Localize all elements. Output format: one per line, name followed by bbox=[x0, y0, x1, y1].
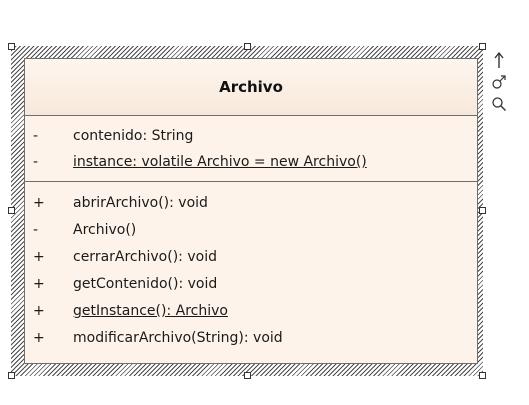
resize-handle-top-center[interactable] bbox=[244, 43, 251, 50]
operation-row[interactable]: + abrirArchivo(): void bbox=[25, 190, 477, 216]
operation-row[interactable]: + getInstance(): Archivo bbox=[25, 298, 477, 324]
diagram-canvas[interactable]: Archivo - contenido: String - instance: … bbox=[0, 0, 529, 405]
uml-class-archivo[interactable]: Archivo - contenido: String - instance: … bbox=[24, 58, 478, 364]
operation-row[interactable]: - Archivo() bbox=[25, 217, 477, 243]
link-icon[interactable] bbox=[488, 72, 510, 92]
attributes-compartment[interactable]: - contenido: String - instance: volatile… bbox=[25, 116, 477, 182]
visibility-marker: - bbox=[33, 154, 39, 170]
resize-handle-top-left[interactable] bbox=[8, 43, 15, 50]
resize-handle-top-right[interactable] bbox=[479, 43, 486, 50]
operation-row[interactable]: + modificarArchivo(String): void bbox=[25, 325, 477, 351]
operation-text: getContenido(): void bbox=[73, 276, 218, 292]
operation-text: cerrarArchivo(): void bbox=[73, 249, 217, 265]
visibility-marker: + bbox=[33, 249, 45, 265]
operations-compartment[interactable]: + abrirArchivo(): void - Archivo() + cer… bbox=[25, 182, 477, 363]
resize-handle-bottom-left[interactable] bbox=[8, 372, 15, 379]
visibility-marker: + bbox=[33, 330, 45, 346]
resize-handle-bottom-center[interactable] bbox=[244, 372, 251, 379]
class-header[interactable]: Archivo bbox=[25, 59, 477, 116]
attribute-row[interactable]: - instance: volatile Archivo = new Archi… bbox=[25, 149, 477, 175]
operation-text: Archivo() bbox=[73, 222, 137, 238]
operation-row[interactable]: + cerrarArchivo(): void bbox=[25, 244, 477, 270]
attribute-text-static: instance: volatile Archivo = new Archivo… bbox=[73, 154, 367, 170]
resize-handle-middle-right[interactable] bbox=[479, 207, 486, 214]
resize-handle-middle-left[interactable] bbox=[8, 207, 15, 214]
operation-text: modificarArchivo(String): void bbox=[73, 330, 283, 346]
operation-text: abrirArchivo(): void bbox=[73, 195, 208, 211]
visibility-marker: + bbox=[33, 303, 45, 319]
operation-text-static: getInstance(): Archivo bbox=[73, 303, 228, 319]
attribute-text: contenido: String bbox=[73, 128, 194, 144]
search-icon[interactable] bbox=[488, 94, 510, 114]
visibility-marker: - bbox=[33, 222, 39, 238]
arrow-up-icon[interactable] bbox=[488, 50, 510, 70]
operation-row[interactable]: + getContenido(): void bbox=[25, 271, 477, 297]
visibility-marker: - bbox=[33, 128, 39, 144]
attribute-row[interactable]: - contenido: String bbox=[25, 123, 477, 149]
class-name: Archivo bbox=[219, 78, 283, 96]
resize-handle-bottom-right[interactable] bbox=[479, 372, 486, 379]
visibility-marker: + bbox=[33, 276, 45, 292]
visibility-marker: + bbox=[33, 195, 45, 211]
